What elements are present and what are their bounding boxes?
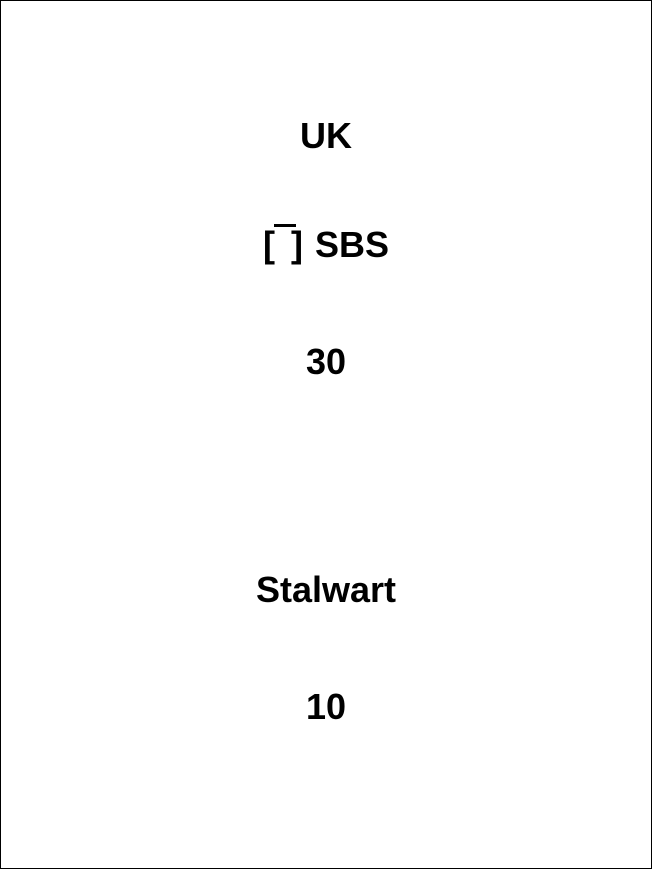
unit-row: [] SBS	[1, 224, 651, 265]
symbol-close-bracket: ]	[290, 224, 303, 265]
counter-card: UK [] SBS 30 Stalwart 10	[0, 0, 652, 869]
symbol-top-bar	[273, 224, 296, 227]
unit-name: SBS	[314, 224, 390, 265]
primary-value: 30	[305, 341, 347, 382]
symbol-open-bracket: [	[262, 224, 275, 265]
unit-type-symbol-icon: []	[262, 224, 303, 265]
name-label: Stalwart	[255, 569, 397, 610]
secondary-value: 10	[305, 686, 347, 727]
country-label: UK	[300, 115, 352, 156]
